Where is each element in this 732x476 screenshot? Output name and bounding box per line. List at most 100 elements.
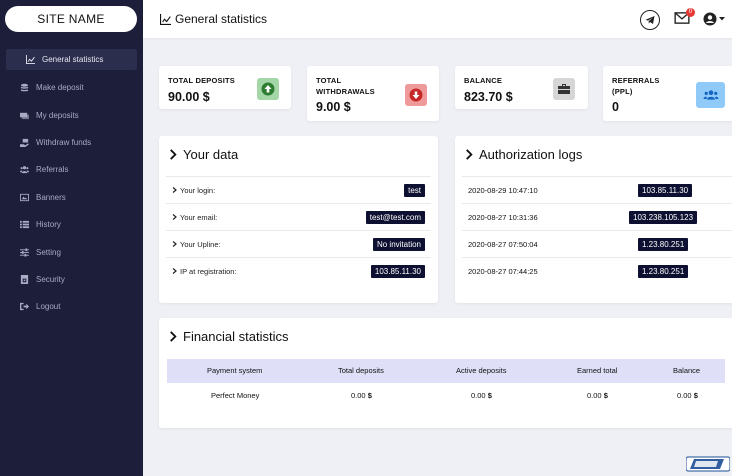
table-header: Payment system Total deposits Active dep…: [167, 359, 725, 383]
authorization-logs-panel: Authorization logs 2020-08-29 10:47:10 1…: [455, 136, 732, 303]
site-name-logo[interactable]: SITE NAME: [5, 6, 137, 32]
chart-line-icon: [160, 13, 171, 25]
arrow-down-circle-icon: [405, 84, 427, 106]
sidebar: SITE NAME General statistics Make deposi…: [0, 0, 143, 476]
sidebar-item-label: History: [36, 220, 61, 230]
sliders-icon: [19, 247, 29, 257]
stat-value: 0: [612, 100, 619, 114]
stat-label: BALANCE: [464, 76, 503, 85]
sidebar-item-general-statistics[interactable]: General statistics: [6, 49, 137, 70]
sidebar-item-logout[interactable]: Logout: [0, 293, 143, 320]
panel-title-text: Financial statistics: [183, 329, 289, 344]
chevron-right-icon: [172, 241, 177, 247]
cell-amount: 0.00: [471, 391, 486, 400]
stat-label: REFERRALS (PPL): [612, 75, 660, 97]
chevron-right-icon: [172, 187, 177, 193]
data-row-upline: Your Upline: No invitation: [166, 230, 431, 257]
cell-amount: 0.00: [587, 391, 602, 400]
earned-total-cell: 0.00 $: [587, 384, 608, 408]
top-header: General statistics 0: [143, 0, 732, 38]
page-title-text: General statistics: [175, 12, 268, 26]
sidebar-item-make-deposit[interactable]: Make deposit: [0, 74, 143, 101]
balance-cell: 0.00 $: [677, 384, 698, 408]
hand-money-icon: [19, 137, 29, 147]
stat-card-balance: BALANCE 823.70 $: [455, 66, 588, 109]
log-time: 2020-08-29 10:47:10: [468, 185, 538, 195]
panel-title-text: Your data: [183, 147, 239, 162]
cell-currency: $: [487, 391, 492, 400]
chevron-down-icon: [719, 17, 725, 21]
sidebar-item-label: Setting: [36, 247, 61, 257]
sidebar-item-setting[interactable]: Setting: [0, 238, 143, 265]
table-row: Perfect Money 0.00 $ 0.00 $ 0.00 $ 0.00 …: [167, 384, 725, 408]
panel-title: Authorization logs: [465, 147, 582, 162]
panel-title-text: Authorization logs: [479, 147, 583, 162]
sidebar-item-label: Referrals: [36, 165, 69, 175]
chevron-right-icon: [172, 214, 177, 220]
log-time: 2020-08-27 07:44:25: [468, 266, 538, 276]
row-label: Your Upline:: [172, 240, 221, 249]
total-deposits-cell: 0.00 $: [351, 384, 372, 408]
log-row: 2020-08-29 10:47:10 103.85.11.30: [462, 176, 732, 203]
sidebar-item-my-deposits[interactable]: My deposits: [0, 101, 143, 128]
sidebar-item-withdraw-funds[interactable]: Withdraw funds: [0, 129, 143, 156]
users-icon: [19, 165, 29, 175]
sidebar-item-label: General statistics: [42, 55, 104, 64]
registration-ip-value: 103.85.11.30: [370, 264, 425, 278]
log-ip: 1.23.80.251: [638, 237, 689, 251]
user-menu[interactable]: [703, 10, 725, 28]
stat-card-total-withdrawals: TOTAL WITHDRAWALS 9.00 $: [307, 66, 439, 121]
chevron-right-icon: [466, 149, 473, 160]
log-ip: 103.85.11.30: [638, 183, 693, 197]
sidebar-item-label: Withdraw funds: [36, 137, 92, 147]
sidebar-item-history[interactable]: History: [0, 211, 143, 238]
log-ip: 103.238.105.123: [629, 210, 698, 224]
data-row-email: Your email: test@test.com: [166, 203, 431, 230]
data-row-registration-ip: IP at registration: 103.85.11.30: [166, 257, 431, 284]
row-label: Your email:: [172, 213, 217, 222]
column-header: Balance: [673, 366, 701, 375]
cell-currency: $: [367, 391, 372, 400]
row-label: IP at registration:: [172, 267, 237, 276]
your-data-panel: Your data Your login: test Your email: t…: [159, 136, 438, 303]
chevron-right-icon: [172, 268, 177, 274]
lock-icon: [19, 274, 29, 284]
panel-title: Financial statistics: [169, 329, 288, 344]
payment-system-cell: Perfect Money: [211, 391, 260, 400]
telegram-icon[interactable]: [640, 10, 660, 30]
row-label-text: IP at registration:: [180, 266, 237, 276]
sign-out-icon: [19, 302, 29, 312]
chart-line-icon: [25, 55, 35, 65]
log-time: 2020-08-27 07:50:04: [468, 239, 538, 249]
stat-card-referrals: REFERRALS (PPL) 0: [603, 66, 732, 121]
column-header: Payment system: [207, 366, 263, 375]
watermark-logo: [685, 456, 731, 472]
log-ip: 1.23.80.251: [638, 264, 689, 278]
sidebar-item-security[interactable]: Security: [0, 266, 143, 293]
column-header: Total deposits: [338, 366, 384, 375]
stat-label: TOTAL DEPOSITS: [168, 76, 235, 85]
sidebar-item-banners[interactable]: Banners: [0, 184, 143, 211]
money-bills-icon: [19, 110, 29, 120]
email-value: test@test.com: [365, 210, 425, 224]
stat-label-line: WITHDRAWALS: [316, 87, 375, 96]
user-circle-icon: [703, 12, 717, 26]
row-label: Your login:: [172, 186, 215, 195]
notification-badge: 0: [686, 8, 695, 17]
stat-card-total-deposits: TOTAL DEPOSITS 90.00 $: [159, 66, 291, 109]
stat-value: 823.70 $: [464, 90, 513, 104]
cell-amount: 0.00: [351, 391, 366, 400]
cell-currency: $: [693, 391, 698, 400]
row-label-text: Your Upline:: [180, 239, 221, 249]
stat-label-line: REFERRALS: [612, 76, 660, 85]
log-time: 2020-08-27 10:31:36: [468, 212, 538, 222]
sidebar-item-referrals[interactable]: Referrals: [0, 156, 143, 183]
coins-icon: [19, 83, 29, 93]
sidebar-item-label: My deposits: [36, 110, 79, 120]
upline-value: No invitation: [372, 237, 425, 251]
column-header: Earned total: [577, 366, 618, 375]
cell-amount: 0.00: [677, 391, 692, 400]
stat-value: 9.00 $: [316, 100, 351, 114]
sidebar-nav: General statistics Make deposit My depos…: [0, 49, 143, 321]
chevron-right-icon: [170, 149, 177, 160]
